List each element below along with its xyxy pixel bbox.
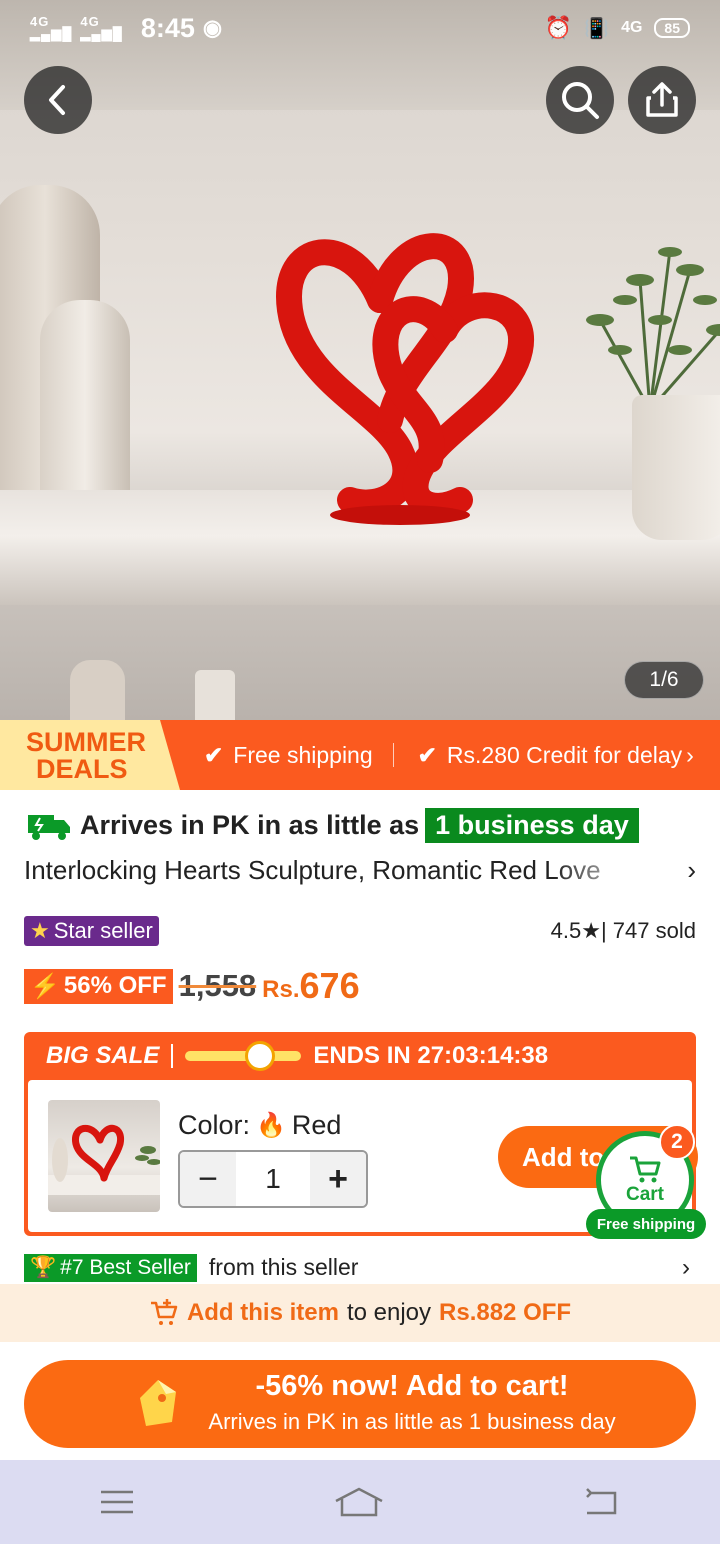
speed-icon: ◉	[202, 15, 223, 40]
trophy-icon: 🏆	[30, 1256, 57, 1279]
price-row: ⚡ 56% OFF 1,558 Rs. 676	[24, 965, 360, 1007]
back-button[interactable]	[24, 66, 92, 134]
add-to-cart-cta[interactable]: -56% now! Add to cart! Arrives in PK in …	[24, 1360, 696, 1448]
quantity-value[interactable]: 1	[236, 1163, 310, 1195]
network-type: 4G	[621, 19, 643, 36]
system-nav-bar	[0, 1460, 720, 1544]
promo-strip[interactable]: SUMMER DEALS ✔ Free shipping ✔ Rs.280 Cr…	[0, 720, 720, 790]
divider	[171, 1044, 174, 1068]
increase-quantity-button[interactable]: +	[310, 1152, 366, 1206]
home-icon[interactable]	[334, 1485, 384, 1519]
divider	[392, 743, 394, 767]
delivery-estimate: Arrives in PK in as little as 1 business…	[24, 808, 639, 843]
flame-icon: 🔥	[256, 1112, 286, 1139]
share-button[interactable]	[628, 66, 696, 134]
vase-decoration	[70, 660, 125, 720]
cart-plus-icon	[150, 1299, 178, 1325]
chevron-left-icon	[49, 85, 65, 115]
image-pager: 1/6	[624, 661, 704, 699]
check-icon: ✔	[204, 741, 224, 768]
clock: 8:45	[140, 12, 195, 43]
decrease-quantity-button[interactable]: −	[180, 1152, 236, 1206]
quantity-stepper: − 1 +	[178, 1150, 368, 1208]
share-icon	[646, 82, 678, 117]
hearts-sculpture	[276, 233, 534, 525]
battery-indicator: 85	[654, 18, 690, 38]
currency: Rs.	[262, 976, 300, 1003]
search-icon	[562, 82, 599, 119]
big-sale-label: BIG SALE	[46, 1042, 160, 1069]
color-selection[interactable]: Color: 🔥 Red	[178, 1110, 341, 1141]
hearts-thumbnail-image	[48, 1125, 160, 1195]
sale-progress-bar	[185, 1041, 302, 1071]
star-icon: ★	[581, 918, 601, 943]
check-icon: ✔	[417, 741, 437, 768]
chevron-right-icon: ›	[686, 741, 694, 768]
summer-deals-badge: SUMMER DEALS	[0, 720, 180, 790]
clock-icon	[245, 1041, 276, 1071]
big-sale-header: BIG SALE ENDS IN 27:03:14:38	[24, 1032, 696, 1080]
delivery-days-badge: 1 business day	[425, 808, 639, 843]
rating-sold[interactable]: 4.5★| 747 sold	[551, 918, 696, 944]
sale-countdown: ENDS IN 27:03:14:38	[313, 1042, 549, 1069]
lightning-icon: ⚡	[30, 972, 60, 1000]
original-price: 1,558	[178, 968, 257, 1003]
chevron-right-icon: ›	[687, 855, 696, 885]
cart-count-badge: 2	[659, 1124, 695, 1160]
plant-decoration	[586, 247, 720, 410]
vase-decoration	[195, 670, 235, 720]
bundle-offer-bar[interactable]: Add this item to enjoy Rs.882 OFF	[0, 1284, 720, 1342]
star-seller-badge[interactable]: ★ Star seller	[24, 916, 159, 946]
status-bar: 4G ▂▄▆█ 4G ▂▄▆█ 8:45 ◉ ⏰ 📳 4G 85	[0, 0, 720, 56]
product-title: Interlocking Hearts Sculpture, Romantic …	[24, 855, 601, 885]
product-title-row[interactable]: Interlocking Hearts Sculpture, Romantic …	[24, 855, 696, 886]
discount-badge: ⚡ 56% OFF	[24, 968, 173, 1004]
best-seller-badge: 🏆 #7 Best Seller	[24, 1254, 197, 1282]
network-indicator: 4G ▂▄▆█	[80, 14, 123, 41]
network-indicator: 4G ▂▄▆█	[30, 14, 73, 41]
delay-credit-perk: ✔ Rs.280 Credit for delay ›	[417, 741, 694, 768]
cta-texts: -56% now! Add to cart! Arrives in PK in …	[208, 1370, 616, 1434]
vibrate-icon: 📳	[584, 17, 610, 40]
back-nav-icon[interactable]	[583, 1487, 621, 1517]
plant-pot	[632, 395, 720, 540]
current-price: 676	[299, 965, 360, 1006]
search-button[interactable]	[546, 66, 614, 134]
product-thumbnail[interactable]	[48, 1100, 160, 1212]
star-icon: ★	[30, 918, 50, 943]
cart-icon	[630, 1156, 661, 1183]
free-shipping-perk: ✔ Free shipping	[204, 741, 373, 768]
menu-icon[interactable]	[99, 1488, 135, 1516]
free-shipping-tag: Free shipping	[586, 1209, 706, 1239]
delivery-truck-icon	[28, 814, 70, 840]
best-seller-row[interactable]: 🏆 #7 Best Seller from this seller ›	[24, 1254, 696, 1284]
alarm-icon: ⏰	[544, 15, 573, 40]
big-sale-panel: BIG SALE ENDS IN 27:03:14:38 Color: 🔥 Re…	[24, 1032, 698, 1236]
chevron-right-icon: ›	[682, 1254, 690, 1281]
sku-selector: Color: 🔥 Red − 1 + Add to cart	[28, 1080, 698, 1232]
status-icons: ⏰ 📳 4G 85	[545, 15, 690, 41]
product-page: 4G ▂▄▆█ 4G ▂▄▆█ 8:45 ◉ ⏰ 📳 4G 85 1/6 SUM…	[0, 0, 720, 1544]
